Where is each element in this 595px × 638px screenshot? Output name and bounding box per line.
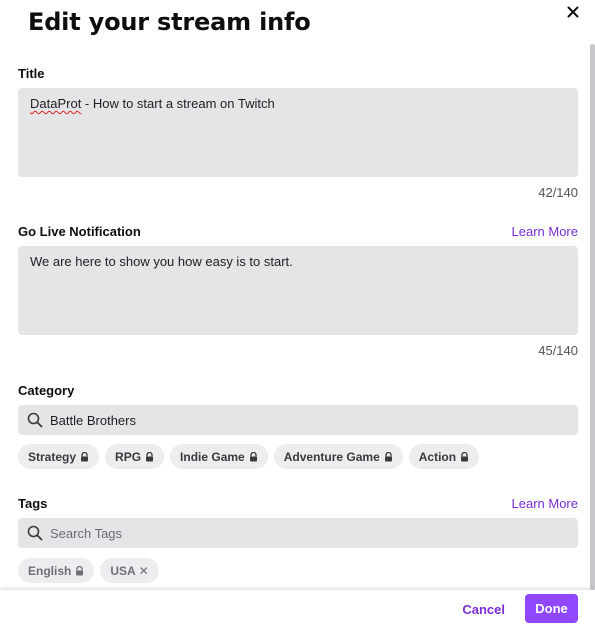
- misspelled-word: DataProt: [30, 96, 82, 111]
- remove-tag-icon[interactable]: ✕: [139, 564, 149, 578]
- chip-label: English: [28, 563, 72, 578]
- tag-chip: USA ✕: [100, 558, 159, 583]
- title-label: Title: [18, 66, 45, 81]
- chip-label: USA: [110, 563, 136, 578]
- notification-label: Go Live Notification: [18, 224, 141, 239]
- tags-search-placeholder: Search Tags: [50, 525, 123, 541]
- lock-icon: [75, 565, 84, 576]
- chip-label: Strategy: [28, 449, 77, 464]
- lock-icon: [384, 451, 393, 462]
- category-chip: Adventure Game: [273, 444, 403, 469]
- done-button[interactable]: Done: [525, 594, 578, 623]
- modal-title: Edit your stream info: [28, 8, 311, 36]
- title-char-counter: 42/140: [538, 185, 578, 200]
- category-chip: RPG: [105, 444, 165, 469]
- tags-label: Tags: [18, 496, 48, 511]
- scrollbar[interactable]: [590, 44, 595, 590]
- search-icon: [26, 411, 44, 429]
- category-chips: Strategy RPG Indie Game Adventure Game A…: [18, 444, 480, 469]
- tags-learn-more-link[interactable]: Learn More: [512, 496, 578, 511]
- lock-icon: [145, 451, 154, 462]
- search-icon: [26, 524, 44, 542]
- edit-stream-info-modal: Edit your stream info Title DataProt - H…: [0, 0, 595, 638]
- tags-search-input[interactable]: Search Tags: [18, 518, 578, 548]
- close-icon: [567, 6, 579, 18]
- chip-label: Action: [418, 449, 457, 464]
- close-button[interactable]: [563, 2, 583, 22]
- tag-chip: English: [18, 558, 95, 583]
- lock-icon: [80, 451, 89, 462]
- category-value: Battle Brothers: [50, 412, 136, 428]
- chip-label: Indie Game: [180, 449, 245, 464]
- notification-learn-more-link[interactable]: Learn More: [512, 224, 578, 239]
- notification-char-counter: 45/140: [538, 343, 578, 358]
- title-textarea[interactable]: DataProt - How to start a stream on Twit…: [18, 88, 578, 177]
- notification-textarea[interactable]: We are here to show you how easy is to s…: [18, 246, 578, 335]
- chip-label: Adventure Game: [283, 449, 380, 464]
- category-label: Category: [18, 383, 75, 398]
- category-chip: Indie Game: [170, 444, 268, 469]
- category-chip: Strategy: [18, 444, 100, 469]
- category-chip: Action: [408, 444, 480, 469]
- modal-footer: Cancel Done: [0, 590, 595, 638]
- title-value-rest: - How to start a stream on Twitch: [81, 96, 275, 111]
- tag-chips: English USA ✕: [18, 558, 159, 583]
- lock-icon: [460, 451, 469, 462]
- lock-icon: [249, 451, 258, 462]
- category-search-input[interactable]: Battle Brothers: [18, 405, 578, 435]
- cancel-button[interactable]: Cancel: [462, 602, 505, 617]
- chip-label: RPG: [115, 449, 142, 464]
